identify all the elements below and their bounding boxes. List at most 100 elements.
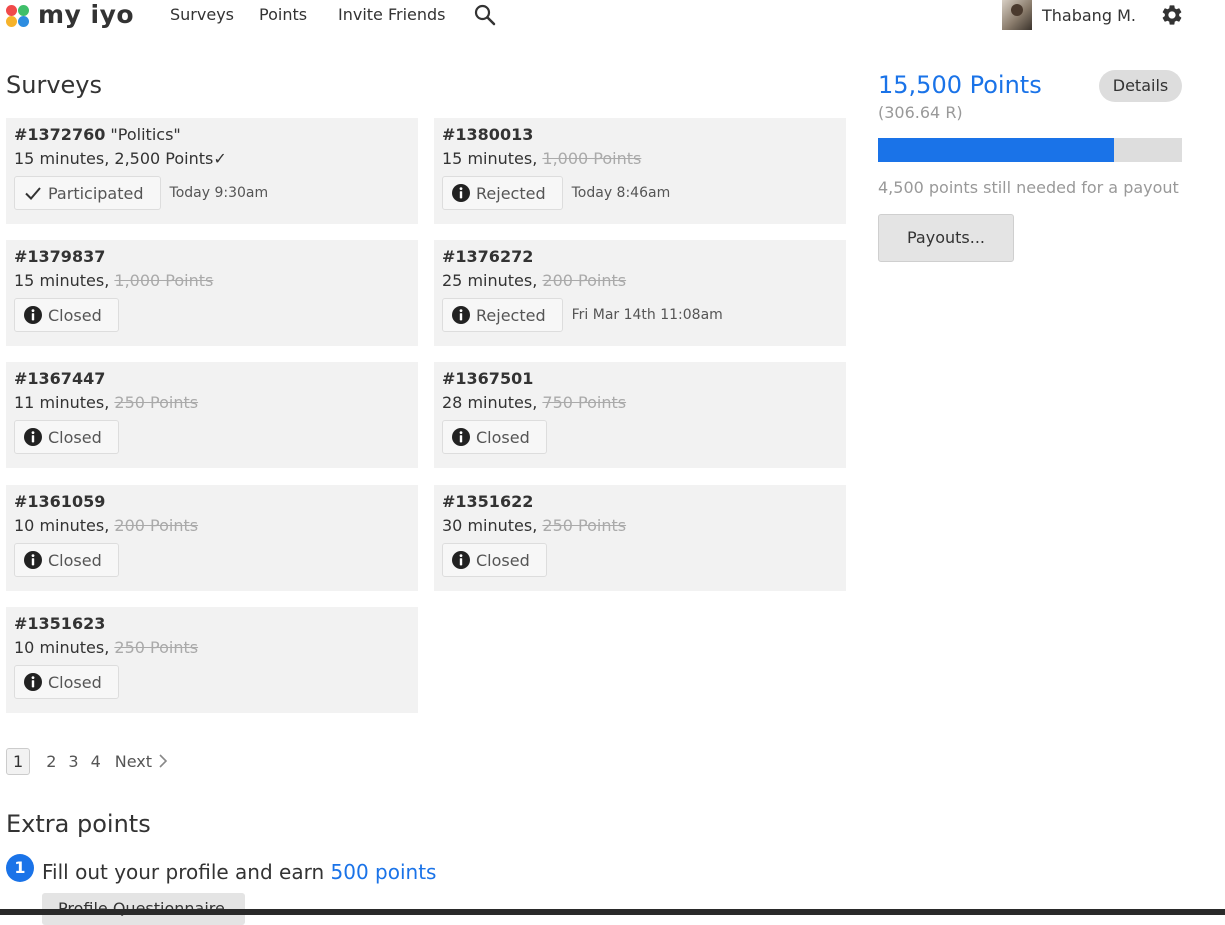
survey-meta: 15 minutes, 2,500 Points✓ (14, 148, 410, 176)
survey-name: "Politics" (105, 125, 181, 144)
points-rand-value: (306.64 R) (878, 103, 963, 122)
survey-card[interactable]: #1376272 25 minutes, 200 Points Rejected Fr… (434, 240, 846, 346)
survey-status-row: Closed (14, 420, 410, 454)
survey-meta: 15 minutes, 1,000 Points (442, 148, 838, 176)
details-button[interactable]: Details (1099, 70, 1182, 102)
page-3[interactable]: 3 (62, 752, 84, 771)
survey-duration: 10 minutes, (14, 516, 115, 535)
survey-status-time: Fri Mar 14th 11:08am (571, 307, 723, 323)
survey-card[interactable]: #1372760 "Politics" 15 minutes, 2,500 Poi… (6, 118, 418, 224)
page-2[interactable]: 2 (40, 752, 62, 771)
survey-duration: 15 minutes, (14, 149, 115, 168)
survey-meta: 30 minutes, 250 Points (442, 515, 838, 543)
survey-status-button[interactable]: Rejected (442, 298, 563, 332)
survey-status-button[interactable]: Closed (442, 543, 547, 577)
survey-status-label: Rejected (476, 183, 546, 203)
survey-points: 200 Points (114, 516, 199, 535)
next-page-link[interactable]: Next (115, 752, 168, 771)
survey-status-label: Rejected (476, 305, 546, 325)
checkmark-icon (24, 184, 42, 202)
survey-status-button[interactable]: Closed (442, 420, 547, 454)
info-icon (24, 428, 42, 446)
survey-id: #1372760 (14, 125, 106, 144)
survey-status-button[interactable]: Closed (14, 543, 119, 577)
survey-card[interactable]: #1380013 15 minutes, 1,000 Points Rejected… (434, 118, 846, 224)
survey-meta: 10 minutes, 200 Points (14, 515, 410, 543)
nav-points[interactable]: Points (259, 5, 307, 24)
profile-step-text: Fill out your profile and earn 500 point… (42, 860, 436, 884)
nav-invite-friends[interactable]: Invite Friends (338, 5, 446, 24)
survey-status-button[interactable]: Closed (14, 420, 119, 454)
payouts-button[interactable]: Payouts... (878, 214, 1014, 262)
survey-points: 1,000 Points (114, 271, 214, 290)
survey-id: #1351622 (442, 492, 534, 511)
survey-status-button[interactable]: Closed (14, 665, 119, 699)
user-name: Thabang M. (1042, 5, 1136, 25)
info-icon (452, 306, 470, 324)
info-icon (452, 184, 470, 202)
survey-id: #1351623 (14, 614, 106, 633)
payout-note: 4,500 points still needed for a payout (878, 178, 1179, 197)
survey-id: #1380013 (442, 125, 534, 144)
survey-title: #1367501 (442, 368, 838, 392)
survey-card[interactable]: #1367501 28 minutes, 750 Points Closed (434, 362, 846, 468)
logo-icon (6, 3, 31, 28)
survey-status-button[interactable]: Closed (14, 298, 119, 332)
survey-card[interactable]: #1351623 10 minutes, 250 Points Closed (6, 607, 418, 713)
survey-card[interactable]: #1367447 11 minutes, 250 Points Closed (6, 362, 418, 468)
survey-status-row: Closed (14, 298, 410, 332)
survey-card[interactable]: #1361059 10 minutes, 200 Points Closed (6, 485, 418, 591)
survey-title: #1376272 (442, 246, 838, 270)
info-icon (452, 428, 470, 446)
points-total[interactable]: 15,500 Points (878, 71, 1042, 99)
info-icon (452, 551, 470, 569)
survey-duration: 15 minutes, (14, 271, 115, 290)
page-4[interactable]: 4 (85, 752, 107, 771)
taskbar-strip (0, 909, 1225, 915)
survey-id: #1379837 (14, 247, 106, 266)
gear-icon[interactable] (1160, 3, 1184, 27)
survey-id: #1376272 (442, 247, 534, 266)
survey-duration: 10 minutes, (14, 638, 115, 657)
brand-logo[interactable]: my iyo (6, 0, 134, 30)
survey-title: #1351622 (442, 491, 838, 515)
search-icon[interactable] (474, 4, 496, 26)
survey-card[interactable]: #1351622 30 minutes, 250 Points Closed (434, 485, 846, 591)
survey-status-time: Today 8:46am (571, 185, 671, 201)
survey-status-label: Closed (48, 427, 102, 447)
surveys-heading: Surveys (6, 71, 102, 99)
survey-duration: 30 minutes, (442, 516, 543, 535)
survey-points: 250 Points (542, 516, 627, 535)
survey-title: #1361059 (14, 491, 410, 515)
survey-status-row: Rejected Fri Mar 14th 11:08am (442, 298, 838, 332)
survey-points: 2,500 Points (114, 149, 214, 168)
next-label: Next (114, 751, 153, 771)
step-points-link[interactable]: 500 points (331, 860, 437, 884)
survey-status-row: Closed (442, 543, 838, 577)
survey-meta: 28 minutes, 750 Points (442, 392, 838, 420)
survey-status-label: Closed (476, 550, 530, 570)
survey-status-button[interactable]: Participated (14, 176, 161, 210)
survey-id: #1367447 (14, 369, 106, 388)
survey-duration: 15 minutes, (442, 149, 543, 168)
user-menu[interactable]: Thabang M. (1002, 0, 1136, 30)
payout-progress-fill (878, 138, 1114, 162)
survey-card[interactable]: #1379837 15 minutes, 1,000 Points Closed (6, 240, 418, 346)
survey-points: 750 Points (542, 393, 627, 412)
survey-status-button[interactable]: Rejected (442, 176, 563, 210)
nav-surveys[interactable]: Surveys (170, 5, 234, 24)
survey-status-label: Closed (48, 305, 102, 325)
survey-meta: 15 minutes, 1,000 Points (14, 270, 410, 298)
info-icon (24, 673, 42, 691)
top-nav: my iyo Surveys Points Invite Friends Tha… (0, 0, 1225, 30)
info-icon (24, 551, 42, 569)
page-1[interactable]: 1 (6, 747, 31, 775)
survey-status-row: Rejected Today 8:46am (442, 176, 838, 210)
step-number-badge: 1 (6, 854, 34, 882)
survey-title: #1380013 (442, 124, 838, 148)
survey-status-label: Closed (476, 427, 530, 447)
survey-status-row: Closed (442, 420, 838, 454)
step-text: Fill out your profile and earn (42, 860, 331, 884)
survey-meta: 10 minutes, 250 Points (14, 637, 410, 665)
survey-status-row: Participated Today 9:30am (14, 176, 410, 210)
